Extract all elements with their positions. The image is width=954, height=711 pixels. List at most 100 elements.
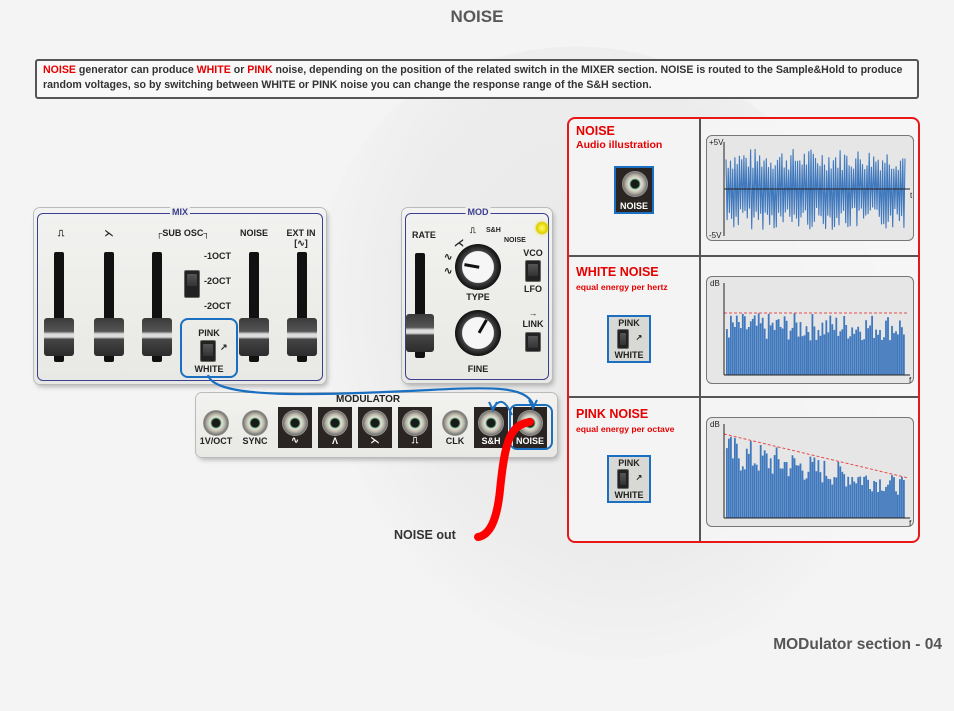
spectrum-bar (895, 491, 897, 518)
spectrum-bar (863, 339, 865, 375)
spectrum-bar (739, 328, 742, 375)
arrow-icon: ↗ (635, 473, 643, 482)
spectrum-bar (821, 482, 824, 518)
white-spectrum-svg: dB f (710, 279, 912, 385)
thumb-pink-label: PINK (618, 318, 640, 328)
spectrum-bar (777, 319, 780, 375)
page-footer: MODulator section - 04 (773, 636, 942, 653)
jack-icon (622, 171, 648, 197)
spectrum-bar (763, 450, 766, 518)
spectrum-bar (851, 327, 854, 375)
spectrum-bar (845, 325, 848, 375)
spectrum-bar (779, 468, 782, 518)
spectrum-bar (839, 331, 842, 375)
noise-out-cable[interactable] (474, 418, 534, 541)
spectrum-bar (865, 475, 867, 518)
spectrum-bar (875, 482, 877, 518)
spectrum-bar (813, 457, 816, 518)
spectrum-bar (783, 462, 786, 518)
table-row-divider-1 (569, 255, 918, 257)
spectrum-bar (749, 441, 752, 518)
sh-arrowhead (488, 401, 498, 413)
spectrum-bar (827, 332, 830, 375)
spectrum-bar (867, 479, 869, 518)
spectrum-bar (859, 331, 862, 375)
x-axis-label: t (910, 191, 913, 200)
spectrum-bar (785, 320, 788, 375)
spectrum-bar (833, 329, 836, 375)
spectrum-bar (771, 473, 774, 518)
spectrum-bar (765, 453, 768, 518)
spectrum-bar (837, 335, 840, 375)
spectrum-bar (835, 317, 838, 375)
spectrum-bar (847, 338, 850, 375)
spectrum-bar (825, 475, 828, 518)
spectrum-bar (815, 339, 818, 375)
spectrum-bar (873, 338, 875, 375)
spectrum-bar (815, 471, 818, 518)
pink-noise-row-title: PINK NOISE (576, 407, 649, 421)
thumb-white-label: WHITE (614, 350, 644, 360)
pink-spectrum-svg: dB f (710, 420, 912, 528)
spectrum-bar (753, 463, 756, 518)
noise-row-title: NOISE (576, 124, 615, 138)
spectrum-bar (773, 455, 776, 518)
spectrum-bar (745, 329, 748, 375)
white-noise-row-subtitle: equal energy per hertz (576, 282, 668, 292)
spectrum-bar (751, 318, 754, 375)
spectrum-bar (877, 334, 879, 375)
spectrum-bar (787, 476, 790, 518)
spectrum-bar (817, 330, 820, 375)
spectrum-bar (899, 479, 901, 518)
spectrum-bar (843, 474, 846, 518)
spectrum-bar (869, 325, 871, 375)
spectrum-bar (767, 468, 770, 518)
spectrum-bar (741, 313, 744, 375)
spectrum-bar (773, 330, 776, 375)
spectrum-bar (803, 479, 806, 518)
spectrum-bar (726, 329, 728, 375)
spectrum-bar (771, 322, 774, 375)
spectrum-bar (763, 328, 766, 375)
spectrum-bar (734, 437, 736, 518)
noise-waveform-plot: +5V -5V t (706, 135, 914, 241)
spectrum-bar (849, 484, 852, 518)
spectrum-bar (887, 484, 889, 518)
spectrum-bar (849, 336, 852, 375)
spectrum-bar (799, 322, 802, 375)
spectrum-bar (873, 481, 875, 518)
spectrum-bar (807, 332, 810, 375)
arrow-icon: ↗ (635, 333, 643, 342)
spectrum-bar (775, 320, 778, 375)
spectrum-bar (799, 463, 802, 518)
spectrum-bar (879, 479, 881, 518)
spectrum-bar (883, 491, 885, 518)
spectrum-bar (801, 336, 804, 375)
waveform-svg: +5V -5V t (709, 138, 913, 240)
spectrum-bar (853, 333, 856, 375)
spectrum-bar (857, 326, 860, 375)
spectrum-bar (751, 465, 754, 518)
spectrum-bar (743, 469, 746, 518)
spectrum-bar (737, 458, 740, 518)
spectrum-bar (893, 477, 895, 518)
pink-noise-row-subtitle: equal energy per octave (576, 424, 675, 434)
spectrum-bar (801, 470, 804, 518)
spectrum-bar (903, 334, 905, 375)
y-axis-label: dB (710, 279, 720, 288)
spectrum-bar (805, 478, 808, 518)
spectrum-bar (825, 320, 828, 375)
spectrum-bar (901, 476, 903, 518)
spectrum-bar (865, 320, 867, 375)
spectrum-bar (741, 466, 744, 518)
spectrum-bar (893, 333, 895, 375)
spectrum-bar (843, 316, 846, 375)
spectrum-bar (739, 470, 742, 518)
y-axis-label: dB (710, 420, 720, 429)
spectrum-bar (823, 460, 826, 518)
spectrum-bar (819, 472, 822, 518)
spectrum-bar (777, 459, 780, 518)
spectrum-bar (728, 438, 730, 518)
spectrum-bar (883, 337, 885, 375)
spectrum-bar (757, 470, 760, 518)
